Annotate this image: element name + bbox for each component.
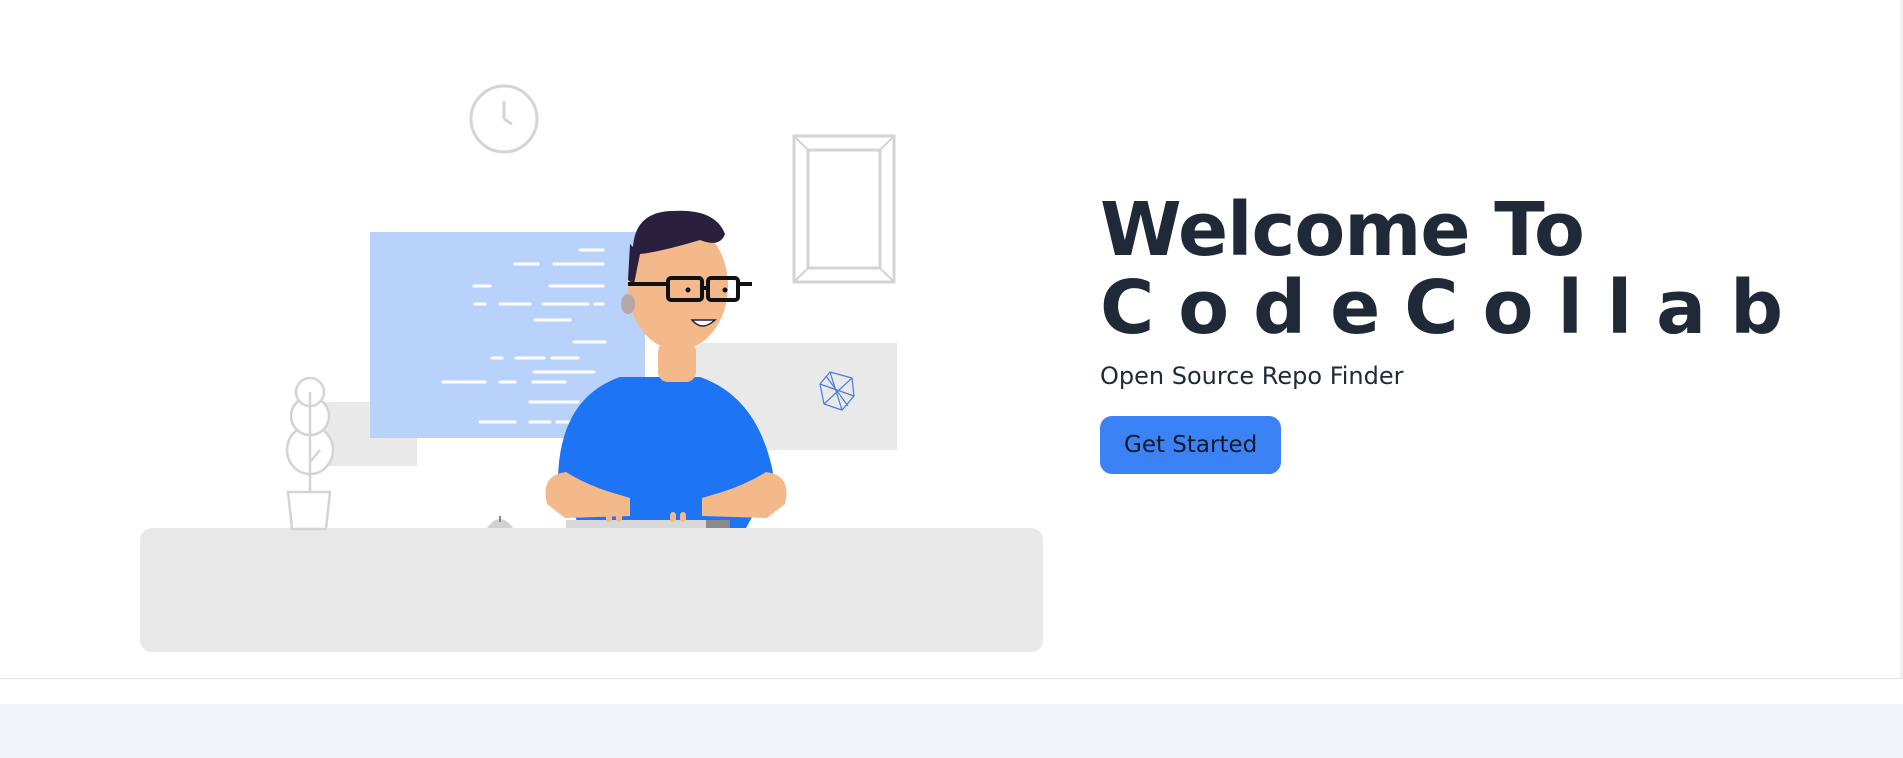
hero-title-brand: CodeCollab [1100,265,1808,351]
keyboard-icon [566,520,730,528]
hero-section: Welcome To CodeCollab Open Source Repo F… [0,0,1903,678]
picture-frame-icon [792,134,896,284]
get-started-button[interactable]: Get Started [1100,416,1282,474]
hero-subtitle: Open Source Repo Finder [1100,362,1404,390]
section-divider [0,678,1903,679]
desk [140,528,1043,652]
clock-icon [469,84,539,154]
hero-text: Welcome To CodeCollab Open Source Repo F… [1100,192,1800,474]
next-section-band [0,704,1903,758]
hero-title-line1: Welcome To [1100,187,1585,273]
mouse-icon [487,516,513,528]
landing-page: Welcome To CodeCollab Open Source Repo F… [0,0,1903,758]
developer-illustration [140,84,1043,652]
plant-icon [285,376,335,531]
